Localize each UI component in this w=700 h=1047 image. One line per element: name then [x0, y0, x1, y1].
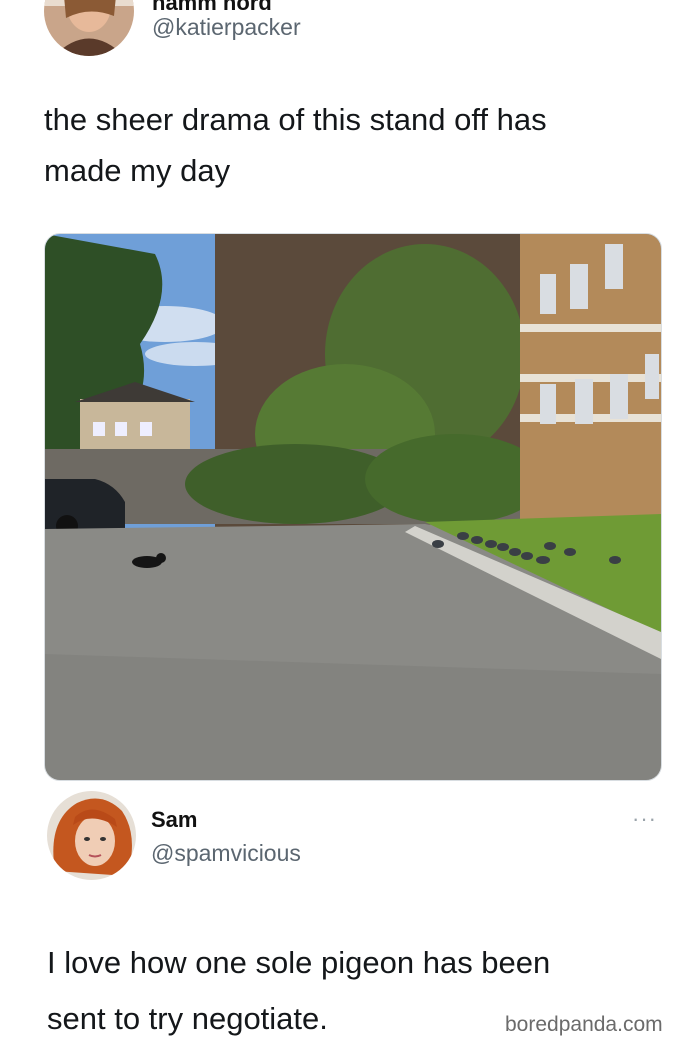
avatar[interactable] — [47, 791, 136, 880]
display-name[interactable]: Sam — [151, 807, 197, 833]
avatar-photo — [47, 791, 136, 880]
tweet-text-line: I love how one sole pigeon has been — [47, 945, 551, 980]
tweet-text-line: the sheer drama of this stand off has — [44, 102, 547, 137]
tweet-text-line: made my day — [44, 153, 231, 188]
photo-scene — [45, 234, 661, 780]
tweet-text-line: sent to try negotiate. — [47, 1001, 328, 1036]
user-handle[interactable]: @katierpacker — [152, 14, 301, 41]
avatar[interactable] — [44, 0, 134, 56]
tweet-text: the sheer drama of this stand off has ma… — [44, 94, 547, 196]
tweet-text: I love how one sole pigeon has been sent… — [47, 935, 550, 1047]
more-options-icon[interactable]: ··· — [632, 806, 657, 832]
avatar-photo — [44, 0, 134, 56]
tweet-photo[interactable] — [44, 233, 662, 781]
watermark: boredpanda.com — [505, 1013, 663, 1036]
user-handle[interactable]: @spamvicious — [151, 840, 301, 867]
